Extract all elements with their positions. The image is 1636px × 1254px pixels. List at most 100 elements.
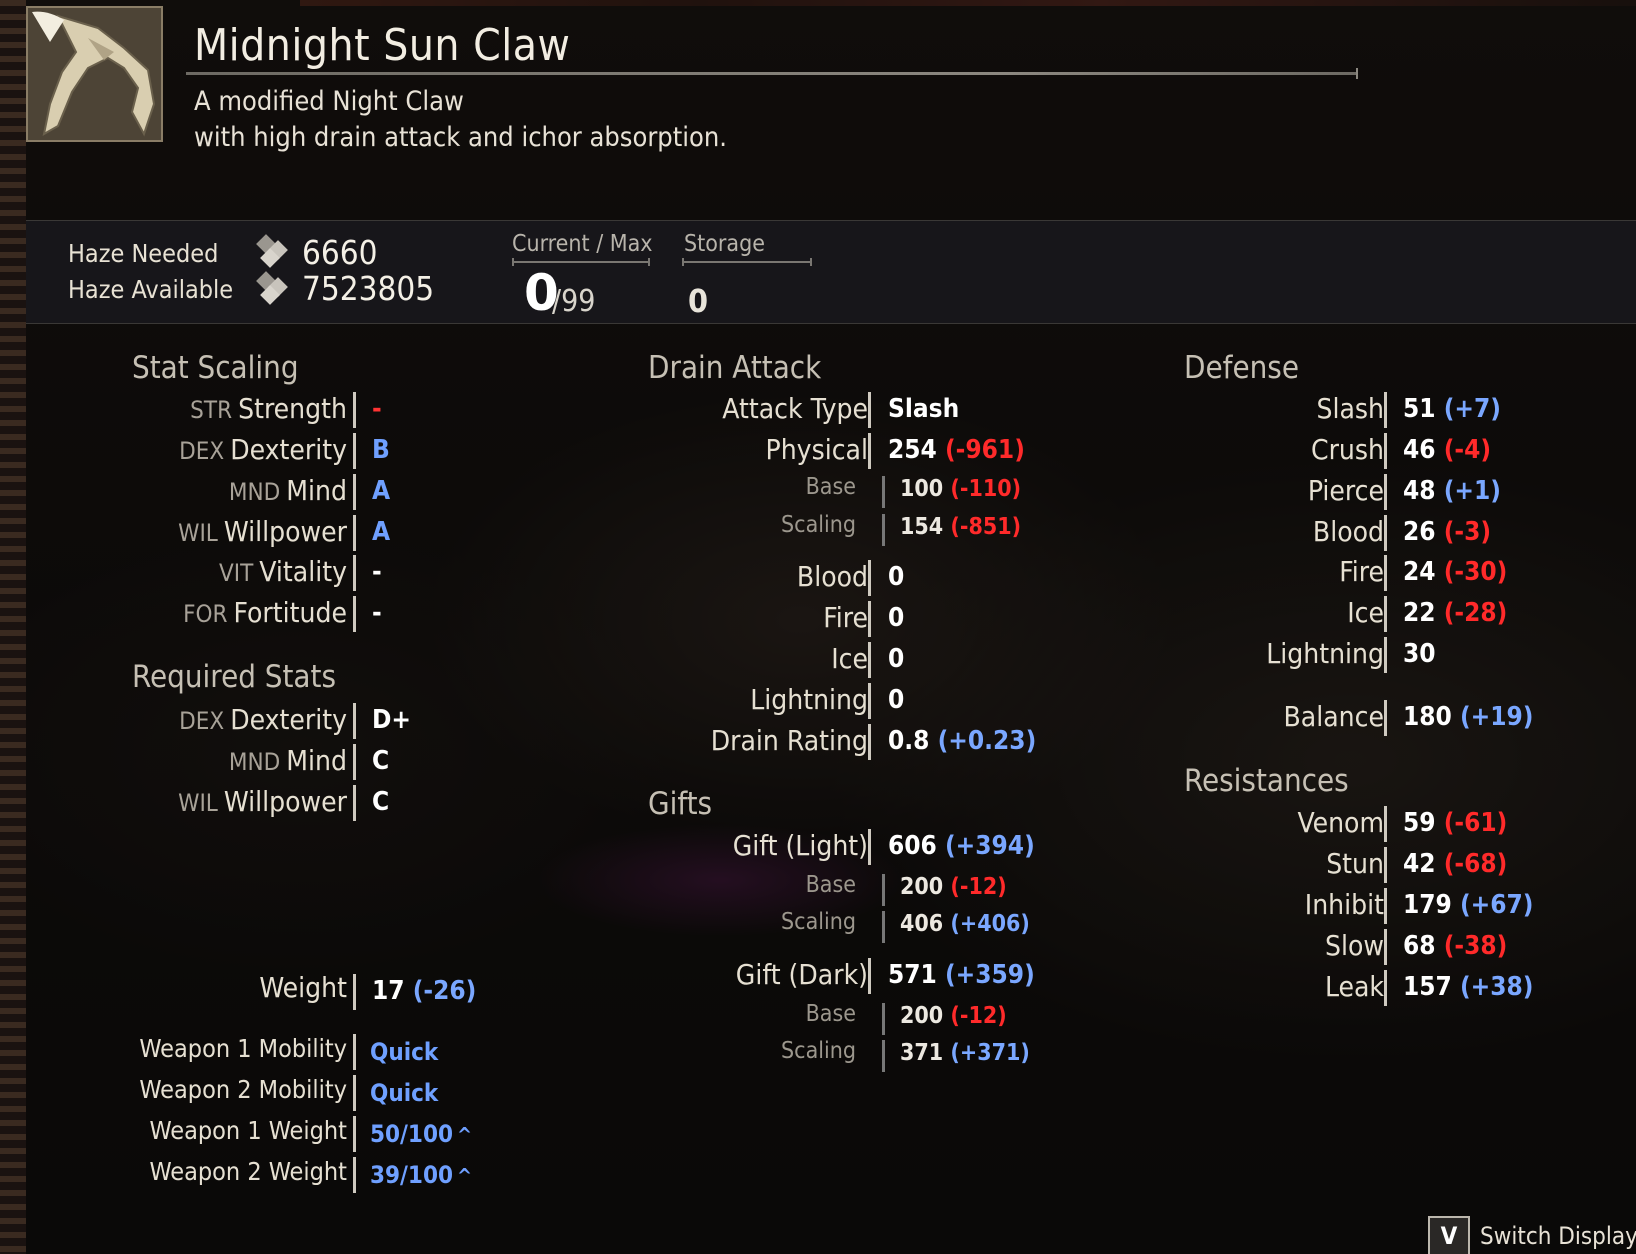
- stat-scaling-vitality-abbr: VIT: [218, 559, 254, 587]
- gifts-title: Gifts: [648, 786, 713, 822]
- drain-rating-delta: (+0.23): [937, 726, 1037, 756]
- resistances-title: Resistances: [1184, 763, 1349, 799]
- mobility-label-4: Weapon 2 Weight: [149, 1157, 347, 1186]
- stat-scaling-dexterity-label: DEX Dexterity: [179, 433, 347, 466]
- defense-fire-value: 24 (-30): [1403, 557, 1507, 587]
- drain-lightning-label: Lightning: [750, 683, 868, 716]
- haze-needed-label: Haze Needed: [68, 239, 219, 268]
- gift-dark-scaling-number: 371: [900, 1040, 944, 1066]
- gift-light-base-delta: (-12): [950, 874, 1007, 900]
- item-description-line2: with high drain attack and ichor absorpt…: [194, 122, 727, 153]
- divider: [1384, 555, 1387, 591]
- physical-base-number: 100: [900, 476, 944, 502]
- physical-label: Physical: [765, 433, 868, 466]
- resistance-venom-label: Venom: [1297, 806, 1384, 839]
- balance-label: Balance: [1283, 700, 1384, 733]
- defense-fire-number: 24: [1403, 557, 1436, 587]
- required-stats-title: Required Stats: [132, 659, 336, 695]
- divider: [1384, 474, 1387, 510]
- mobility-label-1: Weapon 1 Mobility: [139, 1034, 347, 1063]
- stat-scaling-strength-name: Strength: [238, 392, 347, 425]
- resistance-leak-delta: (+38): [1459, 972, 1534, 1002]
- stat-scaling-dexterity-abbr: DEX: [179, 437, 225, 465]
- stat-scaling-mind-abbr: MND: [228, 478, 281, 506]
- stat-scaling-fortitude-value: -: [372, 598, 382, 628]
- stat-scaling-strength-abbr: STR: [190, 396, 233, 424]
- required-mind-abbr: MND: [228, 748, 281, 776]
- resistance-leak-label: Leak: [1324, 970, 1384, 1003]
- required-dexterity-name: Dexterity: [230, 703, 347, 736]
- balance-value: 180 (+19): [1403, 702, 1534, 732]
- divider: [868, 433, 871, 469]
- drain-fire-value: 0: [888, 603, 904, 633]
- resistance-slow-label: Slow: [1324, 929, 1384, 962]
- resistance-leak-value: 157 (+38): [1403, 972, 1534, 1002]
- mobility-value-2: Quick: [370, 1079, 438, 1107]
- divider: [1384, 700, 1387, 736]
- divider: [882, 1040, 885, 1072]
- divider: [1384, 515, 1387, 551]
- divider: [353, 515, 356, 551]
- divider: [882, 514, 885, 546]
- divider: [353, 974, 356, 1010]
- divider: [353, 1116, 356, 1152]
- mobility-label-3: Weapon 1 Weight: [149, 1116, 347, 1145]
- gift-dark-base-delta: (-12): [950, 1003, 1007, 1029]
- divider: [868, 392, 871, 428]
- mobility-number: 50/100: [370, 1120, 454, 1148]
- physical-number: 254: [888, 435, 937, 465]
- defense-slash-label: Slash: [1316, 392, 1384, 425]
- defense-crush-delta: (-4): [1443, 435, 1492, 465]
- stat-scaling-fortitude-number: -: [372, 598, 382, 628]
- divider: [1384, 596, 1387, 632]
- divider: [868, 560, 871, 596]
- physical-base-delta: (-110): [950, 476, 1022, 502]
- gift-dark-base-label: Base: [805, 1001, 856, 1027]
- switch-display-label: Switch Display: [1480, 1222, 1636, 1250]
- gift-light-base-value: 200 (-12): [900, 874, 1007, 900]
- drain-fire-number: 0: [888, 603, 905, 633]
- stat-scaling-mind-number: A: [372, 476, 391, 506]
- resistance-inhibit-delta: (+67): [1459, 890, 1534, 920]
- stat-scaling-dexterity-value: B: [372, 435, 390, 465]
- switch-display-button[interactable]: V Switch Display: [1428, 1216, 1636, 1254]
- defense-crush-value: 46 (-4): [1403, 435, 1491, 465]
- mobility-value-3: 50/100 ^: [370, 1120, 472, 1148]
- defense-ice-number: 22: [1403, 598, 1436, 628]
- resistance-stun-delta: (-68): [1443, 849, 1508, 879]
- mobility-number: Quick: [370, 1038, 439, 1066]
- stat-scaling-strength-number: -: [372, 394, 382, 424]
- divider: [868, 958, 871, 994]
- gift-light-value: 606 (+394): [888, 831, 1035, 861]
- stat-scaling-fortitude-name: Fortitude: [233, 596, 347, 629]
- defense-lightning-label: Lightning: [1266, 637, 1384, 670]
- gift-dark-base-value: 200 (-12): [900, 1003, 1007, 1029]
- drain-rating-label: Drain Rating: [710, 724, 868, 757]
- haze-crystal-icon: [256, 271, 288, 305]
- required-mind-name: Mind: [286, 744, 347, 777]
- divider: [882, 874, 885, 906]
- resistance-slow-value: 68 (-38): [1403, 931, 1507, 961]
- stat-scaling-vitality-name: Vitality: [259, 555, 347, 588]
- drain-fire-label: Fire: [823, 601, 868, 634]
- defense-ice-delta: (-28): [1443, 598, 1508, 628]
- gift-light-label: Gift (Light): [732, 829, 868, 862]
- stat-scaling-mind-value: A: [372, 476, 390, 506]
- drain-blood-label: Blood: [796, 560, 868, 593]
- required-willpower-label: WIL Willpower: [178, 785, 347, 818]
- stat-scaling-fortitude-label: FOR Fortitude: [183, 596, 347, 629]
- physical-value: 254 (-961): [888, 435, 1025, 465]
- defense-blood-delta: (-3): [1443, 517, 1492, 547]
- divider: [1384, 392, 1387, 428]
- stat-scaling-title: Stat Scaling: [132, 350, 299, 386]
- divider: [868, 683, 871, 719]
- current-max-label: Current / Max: [512, 231, 653, 257]
- divider: [868, 642, 871, 678]
- required-willpower-abbr: WIL: [178, 789, 218, 817]
- divider: [868, 829, 871, 865]
- divider: [353, 474, 356, 510]
- defense-crush-label: Crush: [1310, 433, 1384, 466]
- defense-crush-number: 46: [1403, 435, 1436, 465]
- physical-base-value: 100 (-110): [900, 476, 1021, 502]
- required-mind-label: MND Mind: [229, 744, 347, 777]
